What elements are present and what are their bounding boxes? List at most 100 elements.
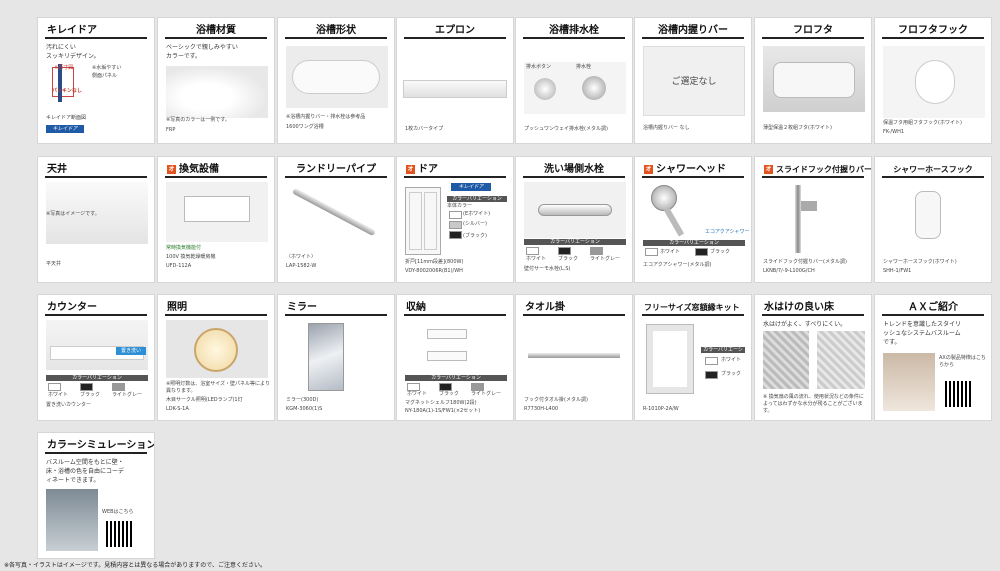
card-caption-2: SHH-1/FW1 [883, 268, 912, 274]
option-icon: オ [644, 165, 653, 174]
counter-image [46, 320, 148, 370]
color-label: ブラック [558, 256, 579, 262]
card-tub-shape: 浴槽形状 ※浴槽内握りバー・排水栓は参考品 1600ワング浴槽 [277, 17, 395, 144]
card-title: 浴槽形状 [285, 24, 387, 39]
card-caption: R-1010P-2A/W [643, 406, 679, 412]
color-swatch-black [705, 371, 718, 379]
color-label: ホワイト [48, 392, 69, 398]
card-door: オドア キレイドア カラーバリエーション 本体カラー (Eホワイト) (シルバー… [396, 156, 514, 283]
card-window-frame-kit: フリーサイズ窓額縁キット カラーバリエーション ホワイト ブラック R-1010… [634, 294, 752, 421]
card-storage: 収納 カラーバリエーション ホワイト ブラック ライトグレー マグネットシェルフ… [396, 294, 514, 421]
drain-image: 排水ボタン 排水栓 [524, 62, 626, 114]
card-caption: 置き洗いカウンター [46, 402, 92, 408]
card-slide-bar: オスライドフック付握りバー スライドフック付握りバー(メタル調) LKNB/7/… [754, 156, 872, 283]
tub-material-image [166, 66, 268, 118]
color-label: ホワイト [660, 249, 681, 255]
card-caption: 保温フタ用組フタフック(ホワイト) [883, 120, 962, 126]
card-caption-2: FK-/WH1 [883, 129, 905, 135]
color-swatch-white [48, 383, 61, 391]
card-caption: スライドフック付握りバー(メタル調) [763, 259, 847, 265]
color-swatch-black [558, 247, 571, 255]
qr-label[interactable]: WEBはこちら [102, 509, 134, 516]
card-caption-2: KGM-3060(1)S [286, 406, 323, 412]
color-label: ブラック [439, 391, 460, 397]
color-label: (シルバー) [463, 221, 487, 227]
slide-bar-image [795, 185, 801, 253]
card-caption-2: 1600ワング浴槽 [286, 124, 324, 130]
card-title: エプロン [404, 24, 506, 39]
slide-hook [801, 201, 817, 211]
card-title: 収納 [404, 301, 506, 316]
none-selected-box: ご選定なし [643, 46, 745, 116]
card-color-simulation: カラーシミュレーション バスルーム空間をもとに壁・ 床・浴槽の色を自由にコーデ ィネ… [37, 432, 155, 559]
color-label: ホワイト [407, 391, 428, 397]
clean-door-badge: キレイドア [46, 125, 84, 133]
qr-label: AXの製品特徴はこちらから [939, 355, 986, 368]
qr-code-icon[interactable] [106, 521, 132, 547]
card-title: キレイドア [45, 24, 147, 39]
card-lid-hook: フロフタフック 保温フタ用組フタフック(ホワイト) FK-/WH1 [874, 17, 992, 144]
card-note: ※照明灯数は、浴室サイズ・壁パネル等により異なります。 [166, 381, 270, 394]
color-variation-bar: カラーバリエーション [701, 347, 745, 359]
floor-image-before [763, 331, 809, 389]
card-title: タオル掛 [523, 301, 625, 316]
color-variation-bar: カラーバリエーション [643, 240, 745, 246]
mirror-image [308, 323, 344, 391]
card-desc: スッキリデザイン。 [46, 53, 100, 60]
card-hose-hook: シャワーホースフック シャワーホースフック(ホワイト) SHH-1/FW1 [874, 156, 992, 283]
card-desc: 水はけがよく、すべりにくい。 [763, 321, 847, 328]
card-title: 浴槽材質 [165, 24, 267, 39]
shelf-2 [427, 351, 467, 361]
card-caption: シャワーホースフック(ホワイト) [883, 259, 957, 265]
color-label: ホワイト [721, 357, 742, 363]
bath-lid-image [763, 46, 865, 112]
card-title: 換気設備 [179, 164, 219, 175]
color-label: ライトグレー [112, 392, 143, 398]
card-desc: 床・浴槽の色を自由にコーデ [46, 468, 125, 475]
label-drain: 排水栓 [576, 64, 592, 70]
card-title-row: オスライドフック付握りバー [762, 163, 871, 178]
card-caption: キレイドア断面図 [46, 115, 87, 121]
card-caption: FRP [166, 127, 176, 133]
card-caption-2: UFD-112A [166, 263, 192, 269]
shelf-1 [427, 329, 467, 339]
color-label: ライトグレー [590, 256, 621, 262]
window-frame-image [646, 324, 694, 394]
color-swatch-white [407, 383, 420, 391]
hose-hook-image [915, 191, 941, 239]
card-title-row: オ換気設備 [165, 163, 267, 178]
card-note: ※ 換気扇の風の流れ、使用状況などの条件によってはわずかな水分が残ることがござい… [763, 394, 864, 414]
card-towel-bar: タオル掛 フック付タオル掛(メタル調) R7730H-L400 [515, 294, 633, 421]
card-caption: ※浴槽内握りバー・排水栓は参考品 [286, 114, 366, 120]
clean-door-badge: キレイドア [451, 183, 491, 191]
option-icon: オ [406, 165, 415, 174]
color-swatch-white [449, 211, 462, 219]
card-caption: プッシュワンウェイ排水栓(メタル調) [524, 126, 608, 132]
card-caption-2: LAP-1582-W [286, 263, 317, 269]
color-swatch-black [439, 383, 452, 391]
card-desc: バスルーム空間をもとに壁・ [46, 459, 124, 466]
card-caption: 1枚カバータイプ [405, 126, 444, 132]
card-desc: ッシュなシステムバスルーム [883, 330, 961, 337]
card-title: 天井 [45, 163, 147, 178]
card-ax-intro: ＡＸご紹介 トレンドを意識したスタイリ ッシュなシステムバスルーム です。 AXの製… [874, 294, 992, 421]
color-swatch-black [695, 248, 708, 256]
label-3: 側面パネル [92, 73, 118, 79]
color-label: ブラック [710, 249, 731, 255]
card-desc: カラーです。 [166, 53, 202, 60]
card-clean-door: キレイドア 汚れにくい スッキリデザイン。 ※原寸図 ※水垢やすい 側面パネル パ… [37, 17, 155, 144]
card-caption: エコアクアシャワー(メタル調) [643, 262, 712, 268]
card-caption: 薄型保温２枚組フタ(ホワイト) [763, 125, 832, 131]
card-caption: マグネットシェルフ180W(2段) [405, 400, 477, 406]
card-caption: 平天井 [46, 261, 62, 267]
card-lighting: 照明 ※照明灯数は、浴室サイズ・壁パネル等により異なります。 木目サークル照明(… [157, 294, 275, 421]
card-caption: ミラー(300D) [286, 397, 319, 403]
ax-photo [883, 353, 935, 411]
card-desc: トレンドを意識したスタイリ [883, 321, 962, 328]
qr-code-icon[interactable] [945, 381, 971, 407]
card-title: ランドリーパイプ [285, 163, 387, 178]
color-swatch-gray [471, 383, 484, 391]
card-title: フリーサイズ窓額縁キット [642, 301, 744, 316]
card-ventilation: オ換気設備 常時換気機能付 100V 換気乾燥暖房機 UFD-112A [157, 156, 275, 283]
card-apron: エプロン 1枚カバータイプ [396, 17, 514, 144]
